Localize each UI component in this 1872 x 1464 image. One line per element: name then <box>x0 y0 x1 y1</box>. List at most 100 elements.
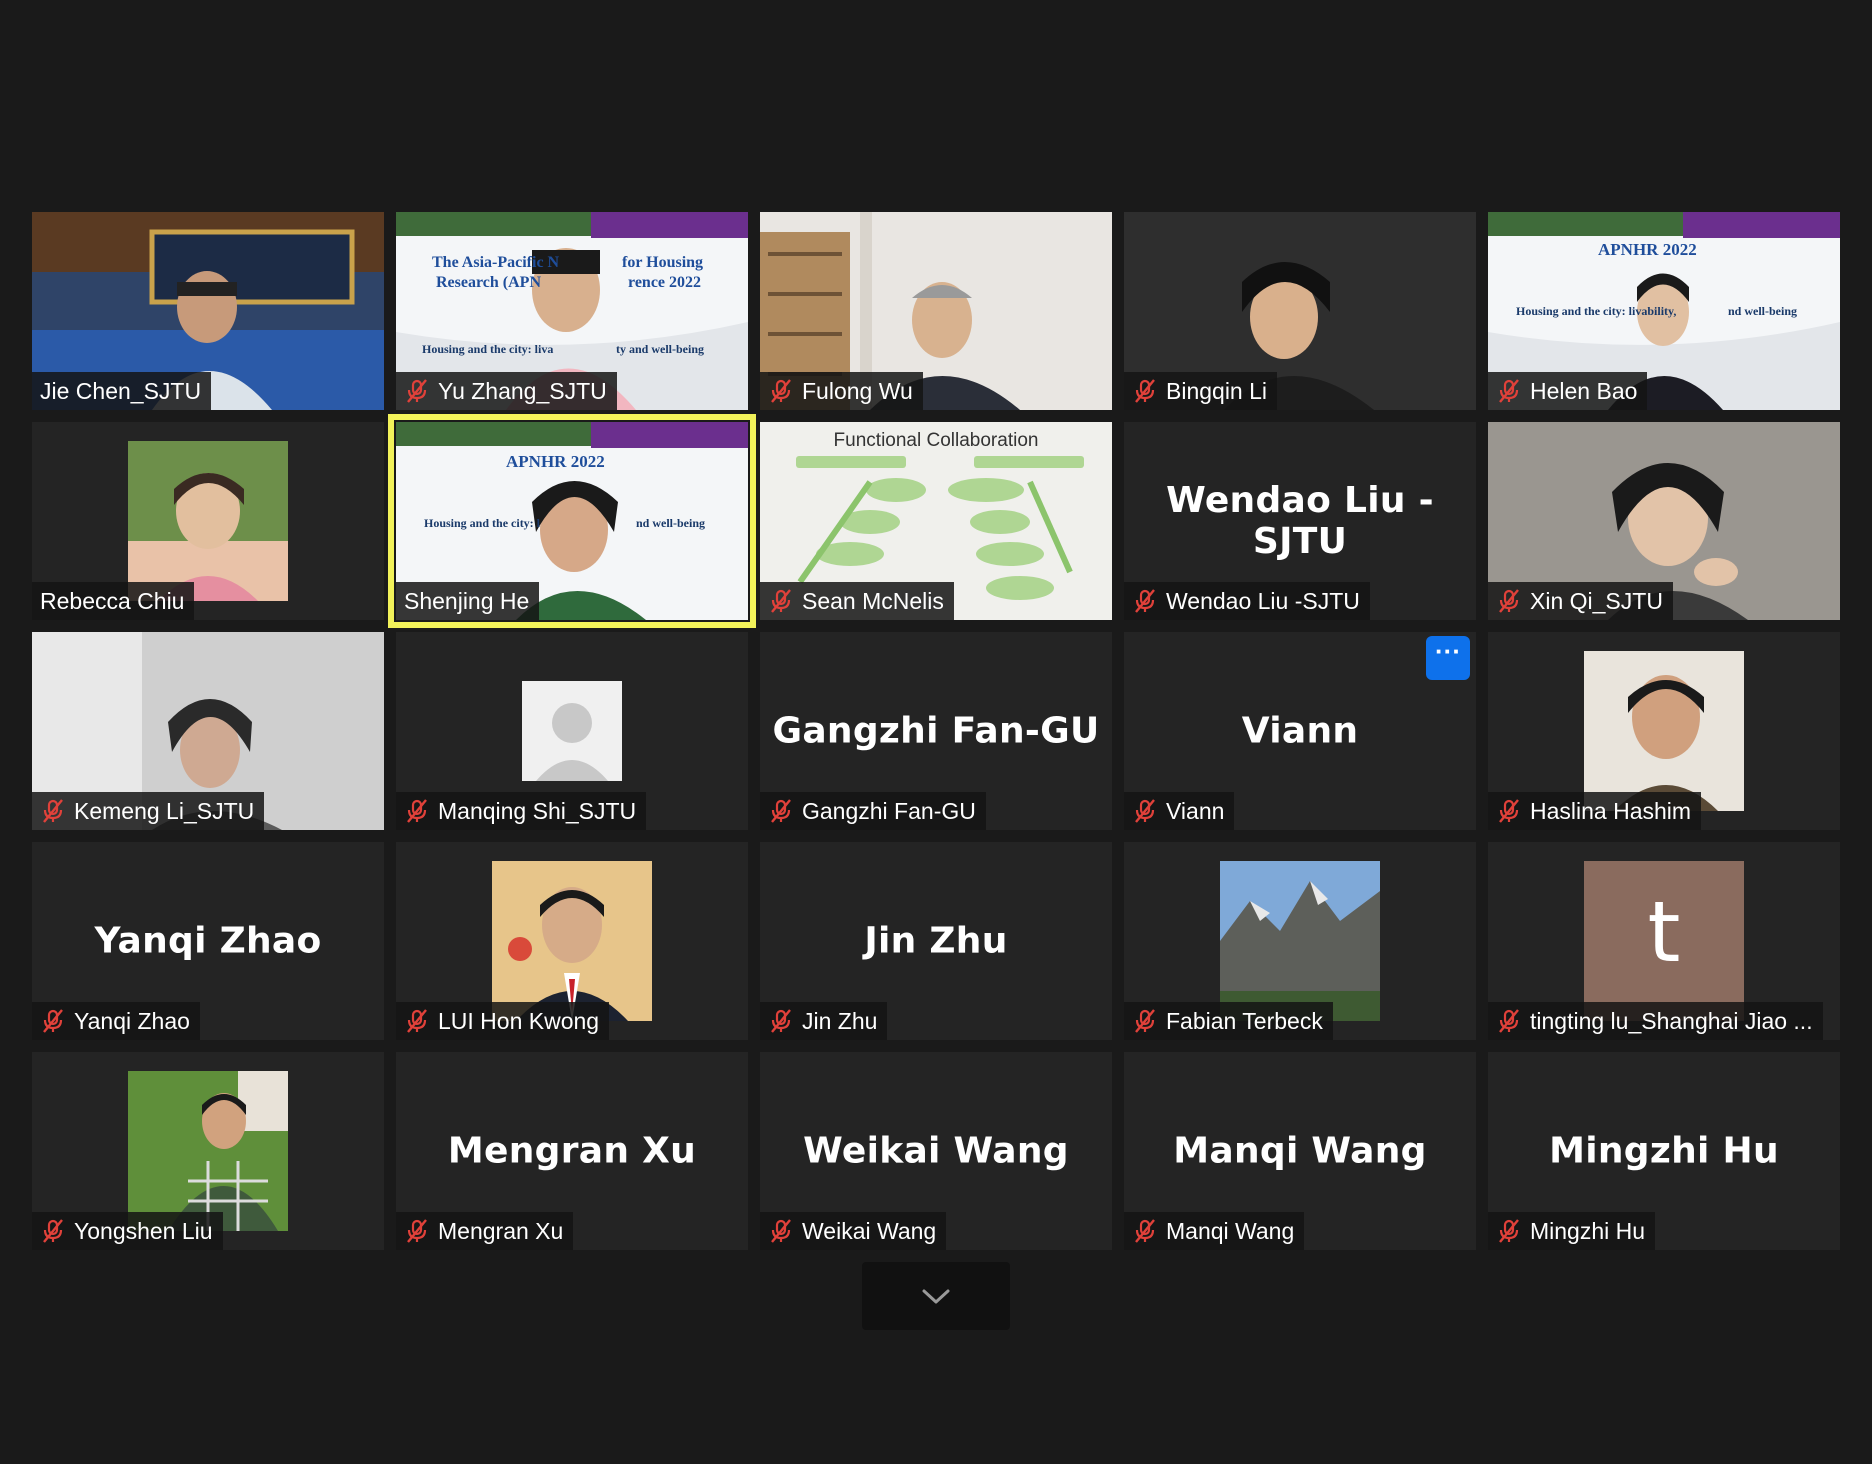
participant-center-name: Mengran Xu <box>447 1130 697 1172</box>
letter-avatar: t <box>1584 861 1744 1021</box>
mic-muted-icon <box>407 1009 427 1033</box>
participant-tile[interactable]: Viann ··· Viann <box>1124 632 1476 830</box>
scroll-down-button[interactable] <box>862 1262 1010 1330</box>
nameplate: Yu Zhang_SJTU <box>396 372 617 410</box>
slide-subtitle: Research (APN <box>436 274 542 291</box>
nameplate: Yongshen Liu <box>32 1212 223 1250</box>
mic-muted-icon <box>407 1219 427 1243</box>
mic-muted-icon <box>771 1009 791 1033</box>
participant-tile[interactable]: Yanqi Zhao Yanqi Zhao <box>32 842 384 1040</box>
chevron-down-icon <box>922 1289 950 1304</box>
nameplate: Shenjing He <box>396 582 540 620</box>
participant-tile[interactable]: Fabian Terbeck <box>1124 842 1476 1040</box>
participant-tile[interactable]: APNHR 2022 Housing and the city: livabil… <box>1488 212 1840 410</box>
participant-center-name: Viann <box>1241 710 1359 752</box>
slide-title: The Asia-Pacific N <box>432 254 560 271</box>
participant-tile[interactable]: LUI Hon Kwong <box>396 842 748 1040</box>
participant-tile[interactable]: Manqi Wang Manqi Wang <box>1124 1052 1476 1250</box>
participant-name: Fulong Wu <box>802 378 913 404</box>
nameplate: Weikai Wang <box>760 1212 947 1250</box>
mic-muted-icon <box>43 1219 63 1243</box>
slide-title: APNHR 2022 <box>1598 240 1697 259</box>
participant-name: Xin Qi_SJTU <box>1530 588 1663 614</box>
slide-title: Functional Collaboration <box>833 430 1039 451</box>
mic-muted-icon <box>1499 1219 1519 1243</box>
nameplate: Gangzhi Fan-GU <box>760 792 986 830</box>
participant-tile[interactable]: The Asia-Pacific N for Housing Research … <box>396 212 748 410</box>
nameplate: Wendao Liu -SJTU <box>1124 582 1370 620</box>
participant-tile[interactable]: Functional Collaboration Sean McNelis <box>760 422 1112 620</box>
mic-muted-icon <box>1135 379 1155 403</box>
participant-name: Sean McNelis <box>802 588 944 614</box>
slide-title: APNHR 2022 <box>506 452 605 471</box>
participant-name: Mingzhi Hu <box>1530 1218 1646 1244</box>
slide-line-2: ty and well-being <box>616 342 705 356</box>
slide-line-2: nd well-being <box>1728 304 1798 318</box>
slide-line: Housing and the city: l <box>424 516 541 530</box>
more-options-icon[interactable]: ··· <box>1426 636 1470 680</box>
profile-picture <box>128 1071 288 1231</box>
default-avatar-icon <box>522 681 622 781</box>
mic-muted-icon <box>1135 1009 1155 1033</box>
participant-name: Kemeng Li_SJTU <box>74 798 255 824</box>
participant-tile[interactable]: t tingting lu_Shanghai Jiao ... <box>1488 842 1840 1040</box>
nameplate: Manqi Wang <box>1124 1212 1305 1250</box>
participant-tile[interactable]: Jie Chen_SJTU <box>32 212 384 410</box>
participant-tile[interactable]: Haslina Hashim <box>1488 632 1840 830</box>
participant-tile[interactable]: Bingqin Li <box>1124 212 1476 410</box>
participant-tile[interactable]: Jin Zhu Jin Zhu <box>760 842 1112 1040</box>
mic-muted-icon <box>407 379 427 403</box>
participant-name: Yongshen Liu <box>74 1218 213 1244</box>
mic-muted-icon <box>771 1219 791 1243</box>
nameplate: Bingqin Li <box>1124 372 1278 410</box>
participant-tile[interactable]: Mengran Xu Mengran Xu <box>396 1052 748 1250</box>
mic-muted-icon <box>771 379 791 403</box>
nameplate: Fulong Wu <box>760 372 923 410</box>
slide-subtitle-2: rence 2022 <box>628 274 702 291</box>
profile-picture <box>492 861 652 1021</box>
participant-tile-active-speaker[interactable]: APNHR 2022 Housing and the city: l nd we… <box>388 414 756 628</box>
slide-title-2: for Housing <box>622 254 704 271</box>
participant-tile[interactable]: Yongshen Liu <box>32 1052 384 1250</box>
participant-tile[interactable]: Weikai Wang Weikai Wang <box>760 1052 1112 1250</box>
participant-name: tingting lu_Shanghai Jiao ... <box>1530 1008 1813 1034</box>
nameplate: Helen Bao <box>1488 372 1648 410</box>
participant-name: Bingqin Li <box>1166 378 1268 404</box>
participant-name: Jin Zhu <box>802 1008 878 1034</box>
participant-name: Manqi Wang <box>1166 1218 1295 1244</box>
mic-muted-icon <box>771 799 791 823</box>
slide-line: Housing and the city: liva <box>422 342 554 356</box>
nameplate: tingting lu_Shanghai Jiao ... <box>1488 1002 1823 1040</box>
participant-name: Haslina Hashim <box>1530 798 1692 824</box>
nameplate: Xin Qi_SJTU <box>1488 582 1673 620</box>
participant-name: LUI Hon Kwong <box>438 1008 600 1034</box>
participant-center-name: Weikai Wang <box>803 1130 1069 1172</box>
nameplate: Mingzhi Hu <box>1488 1212 1656 1250</box>
nameplate: Sean McNelis <box>760 582 954 620</box>
participant-center-name: Mingzhi Hu <box>1549 1130 1779 1172</box>
participant-name: Viann <box>1166 798 1225 824</box>
participant-tile[interactable]: Rebecca Chiu <box>32 422 384 620</box>
participant-name: Yanqi Zhao <box>74 1008 190 1034</box>
mic-muted-icon <box>1135 589 1155 613</box>
participant-tile[interactable]: Xin Qi_SJTU <box>1488 422 1840 620</box>
participant-center-name: Gangzhi Fan-GU <box>772 710 1100 752</box>
nameplate: Kemeng Li_SJTU <box>32 792 265 830</box>
participant-tile[interactable]: Mingzhi Hu Mingzhi Hu <box>1488 1052 1840 1250</box>
mic-muted-icon <box>1499 379 1519 403</box>
participant-center-name: Jin Zhu <box>864 920 1008 962</box>
participant-name: Rebecca Chiu <box>40 588 185 614</box>
participant-name: Jie Chen_SJTU <box>40 378 202 404</box>
participant-tile[interactable]: Kemeng Li_SJTU <box>32 632 384 830</box>
nameplate: Rebecca Chiu <box>32 582 195 620</box>
mic-muted-icon <box>1499 799 1519 823</box>
participant-name: Weikai Wang <box>802 1218 937 1244</box>
profile-picture <box>1584 651 1744 811</box>
participant-tile[interactable]: Fulong Wu <box>760 212 1112 410</box>
participant-tile[interactable]: Manqing Shi_SJTU <box>396 632 748 830</box>
mic-muted-icon <box>407 799 427 823</box>
participant-tile[interactable]: Gangzhi Fan-GU Gangzhi Fan-GU <box>760 632 1112 830</box>
mic-muted-icon <box>1135 799 1155 823</box>
profile-picture <box>128 441 288 601</box>
participant-tile[interactable]: Wendao Liu -SJTU Wendao Liu -SJTU <box>1124 422 1476 620</box>
